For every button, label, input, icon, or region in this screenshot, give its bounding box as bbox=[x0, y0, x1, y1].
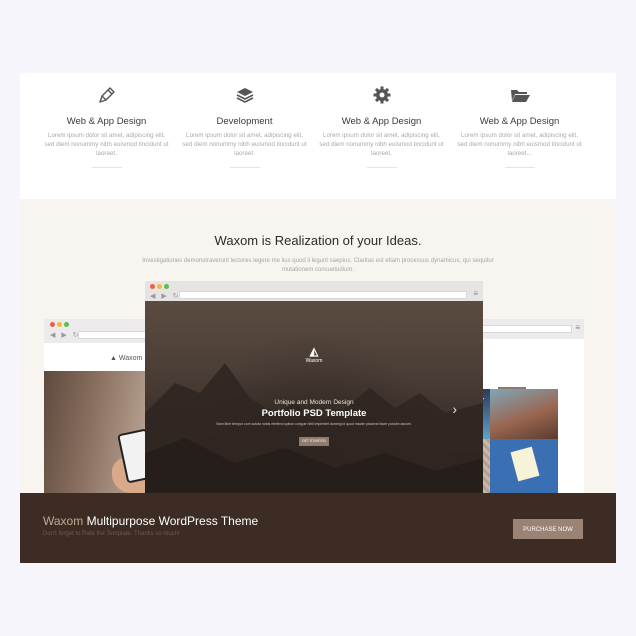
service-title: Web & App Design bbox=[341, 116, 422, 127]
page-frame: Web & App Design Lorem ipsum dolor sit a… bbox=[20, 73, 616, 563]
chevron-right-icon: › bbox=[452, 401, 457, 417]
folder-icon bbox=[451, 83, 588, 107]
purchase-banner: Waxom Multipurpose WordPress Theme Don't… bbox=[20, 493, 616, 563]
nav-arrows-icon: ◀ ▶ ↻ bbox=[50, 332, 81, 339]
gear-icon bbox=[313, 83, 450, 107]
pencil-icon bbox=[38, 83, 175, 107]
service-desc: Lorem ipsum dolor sit amet, adipiscing e… bbox=[319, 132, 444, 157]
minimize-dot-icon bbox=[57, 322, 62, 327]
service-desc: Lorem ipsum dolor sit amet, adipiscing e… bbox=[457, 132, 582, 157]
service-item: Web & App Design Lorem ipsum dolor sit a… bbox=[313, 83, 450, 168]
maximize-dot-icon bbox=[164, 284, 169, 289]
hero-slider: ◭ Waxom Unique and Modern Design Portfol… bbox=[145, 301, 483, 493]
minimize-dot-icon bbox=[157, 284, 162, 289]
service-title: Web & App Design bbox=[479, 116, 560, 127]
hero-logo: ◭ Waxom bbox=[305, 346, 323, 364]
menu-icon: ≡ bbox=[575, 323, 580, 332]
browser-toolbar: ◀ ▶ ↻ ≡ bbox=[145, 281, 483, 301]
banner-subtitle: Don't forget to Rate the Template. Thank… bbox=[43, 531, 180, 537]
portfolio-tile bbox=[490, 389, 558, 439]
divider bbox=[229, 167, 260, 168]
hero-subtitle: Unique and Modern Design bbox=[274, 399, 354, 406]
service-item: Web & App Design Lorem ipsum dolor sit a… bbox=[451, 83, 588, 168]
banner-title: Waxom Multipurpose WordPress Theme bbox=[43, 514, 258, 528]
service-desc: Lorem ipsum dolor sit amet, adipiscing e… bbox=[44, 132, 169, 157]
address-bar bbox=[179, 291, 467, 299]
banner-title-text: Multipurpose WordPress Theme bbox=[83, 514, 259, 528]
service-title: Development bbox=[216, 116, 273, 127]
service-item: Web & App Design Lorem ipsum dolor sit a… bbox=[38, 83, 175, 168]
showcase-section: Waxom is Realization of your Ideas. Inve… bbox=[20, 199, 616, 493]
divider bbox=[504, 167, 535, 168]
maximize-dot-icon bbox=[64, 322, 69, 327]
banner-brand: Waxom bbox=[43, 514, 84, 528]
nav-arrows-icon: ◀ ▶ ↻ bbox=[150, 293, 181, 300]
service-desc: Lorem ipsum dolor sit amet, adipiscing e… bbox=[182, 132, 307, 157]
layers-icon bbox=[176, 83, 313, 107]
purchase-now-button[interactable]: PURCHASE NOW bbox=[513, 519, 583, 539]
service-title: Web & App Design bbox=[66, 116, 147, 127]
divider bbox=[366, 167, 397, 168]
close-dot-icon bbox=[50, 322, 55, 327]
section-subtitle: Investigationes demonstraverunt lectores… bbox=[142, 258, 494, 273]
hero-cta-button: GET STARTED bbox=[299, 437, 329, 446]
close-dot-icon bbox=[150, 284, 155, 289]
section-title: Waxom is Realization of your Ideas. bbox=[214, 233, 422, 248]
divider bbox=[91, 167, 122, 168]
hero-text: Nam liber tempor cum soluta nobis eleife… bbox=[216, 422, 412, 426]
service-item: Development Lorem ipsum dolor sit amet, … bbox=[176, 83, 313, 168]
services-row: Web & App Design Lorem ipsum dolor sit a… bbox=[20, 73, 616, 199]
menu-icon: ≡ bbox=[473, 289, 478, 298]
center-browser-mockup: ◀ ▶ ↻ ≡ ◭ Waxom Unique and Modern Design… bbox=[145, 281, 483, 493]
hero-title: Portfolio PSD Template bbox=[261, 408, 367, 419]
site-logo: ▲ Waxom bbox=[110, 355, 143, 362]
